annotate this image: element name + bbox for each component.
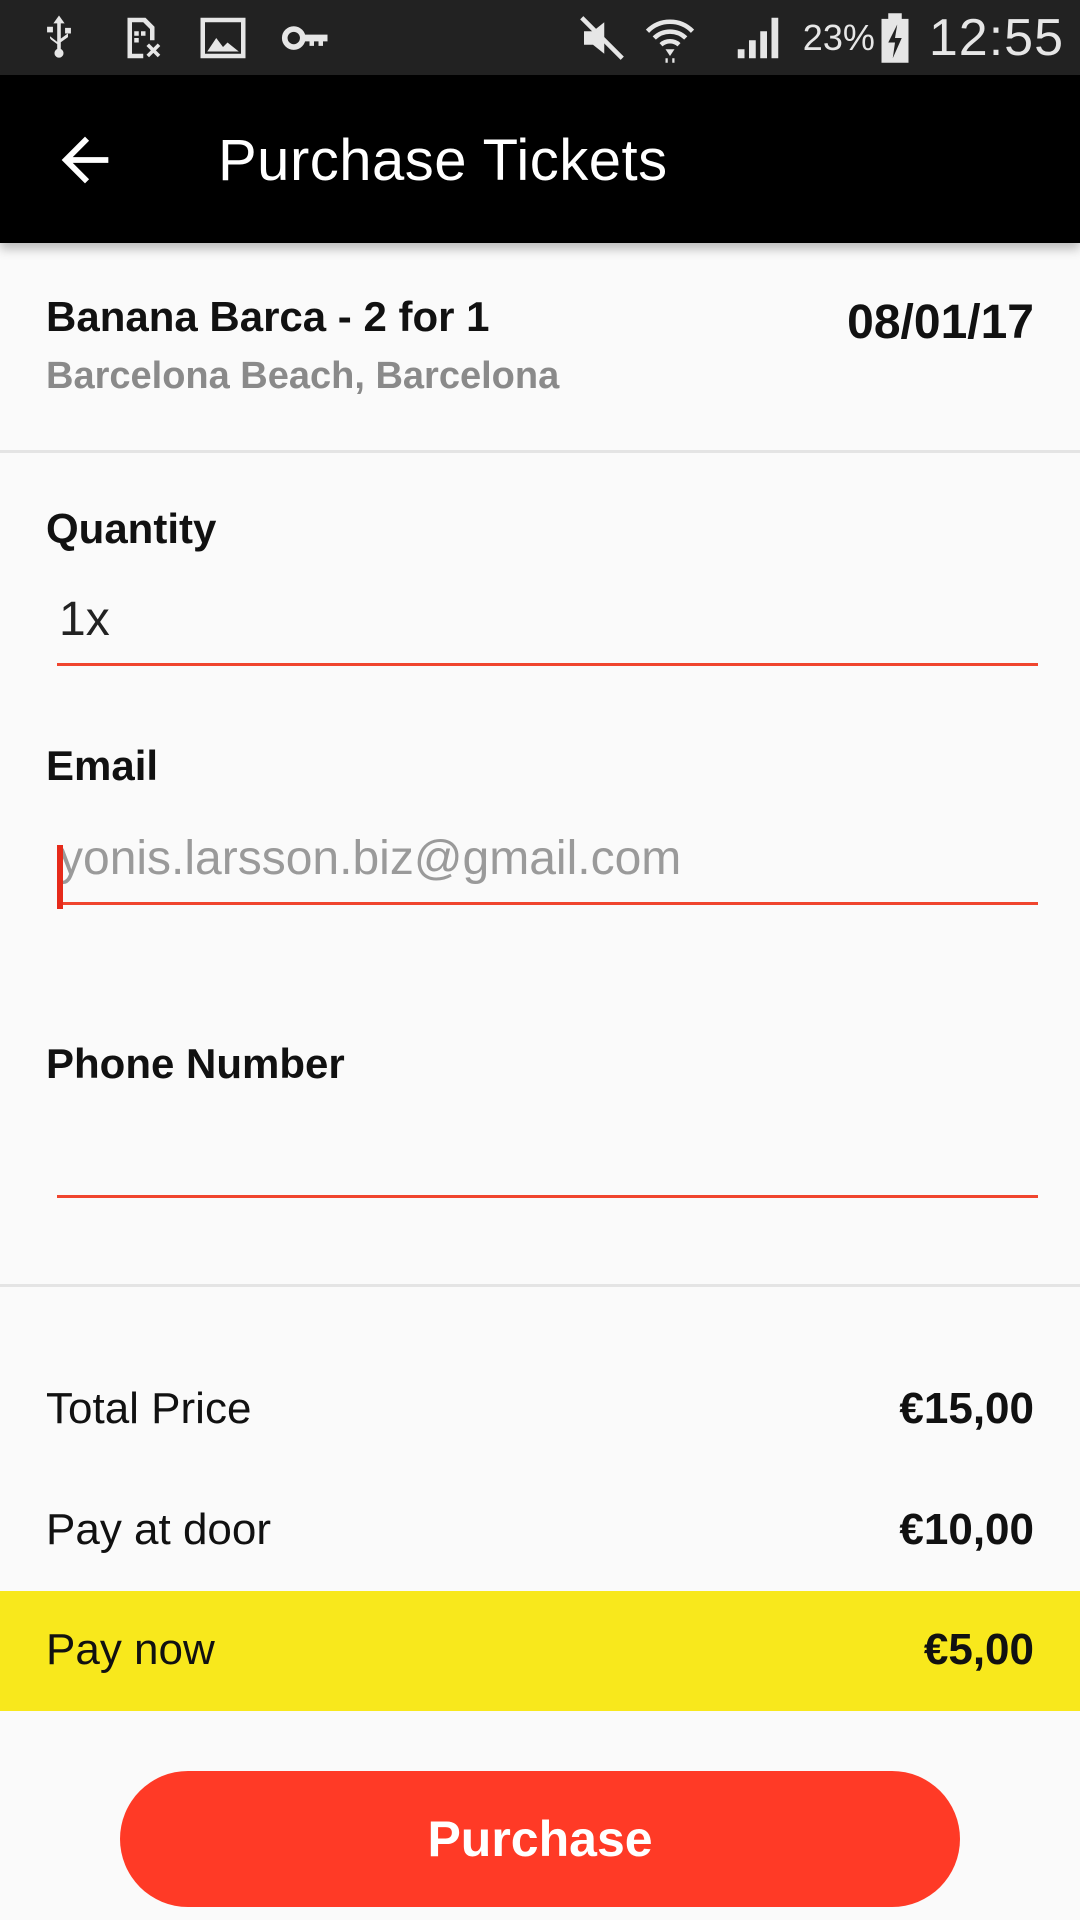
event-name: Banana Barca - 2 for 1	[46, 293, 490, 340]
pay-at-door-row: Pay at door €10,00	[0, 1471, 1080, 1591]
email-label: Email	[46, 742, 159, 789]
quantity-input[interactable]	[57, 576, 1038, 663]
image-icon	[196, 11, 250, 65]
text-cursor	[57, 845, 63, 909]
usb-icon	[32, 11, 86, 65]
battery-percent: 23%	[802, 17, 875, 58]
status-notifications	[32, 10, 332, 66]
signal-icon	[731, 11, 785, 65]
event-location: Barcelona Beach, Barcelona	[46, 355, 560, 397]
pay-now-row: Pay now €5,00	[0, 1591, 1080, 1711]
total-price-row: Total Price €15,00	[0, 1350, 1080, 1470]
total-price-value: €15,00	[899, 1384, 1034, 1433]
app-bar: Purchase Tickets	[0, 75, 1080, 243]
battery-charging-icon	[875, 11, 915, 65]
event-summary: Banana Barca - 2 for 1 Barcelona Beach, …	[0, 243, 1080, 453]
pay-now-label: Pay now	[46, 1625, 215, 1674]
phone-field[interactable]	[57, 1108, 1038, 1198]
quantity-field[interactable]	[57, 576, 1038, 666]
phone-input[interactable]	[57, 1108, 1038, 1195]
sim-off-icon	[114, 11, 168, 65]
section-divider	[0, 1284, 1080, 1287]
email-field[interactable]	[57, 815, 1038, 909]
back-arrow-icon[interactable]	[50, 125, 120, 195]
event-date: 08/01/17	[847, 296, 1034, 349]
phone-label: Phone Number	[46, 1040, 345, 1087]
page-title: Purchase Tickets	[218, 128, 668, 193]
clock: 12:55	[928, 9, 1064, 67]
status-system: 23% 12:55	[575, 8, 1064, 68]
wifi-icon	[643, 11, 697, 65]
mute-icon	[575, 11, 629, 65]
quantity-label: Quantity	[46, 505, 217, 552]
pay-now-value: €5,00	[923, 1625, 1034, 1674]
total-price-label: Total Price	[46, 1384, 252, 1433]
pay-at-door-value: €10,00	[899, 1505, 1034, 1554]
status-bar: 23% 12:55	[0, 0, 1080, 75]
purchase-button[interactable]: Purchase	[120, 1771, 960, 1907]
key-icon	[278, 11, 332, 65]
pay-at-door-label: Pay at door	[46, 1505, 272, 1554]
email-input[interactable]	[57, 815, 1038, 902]
